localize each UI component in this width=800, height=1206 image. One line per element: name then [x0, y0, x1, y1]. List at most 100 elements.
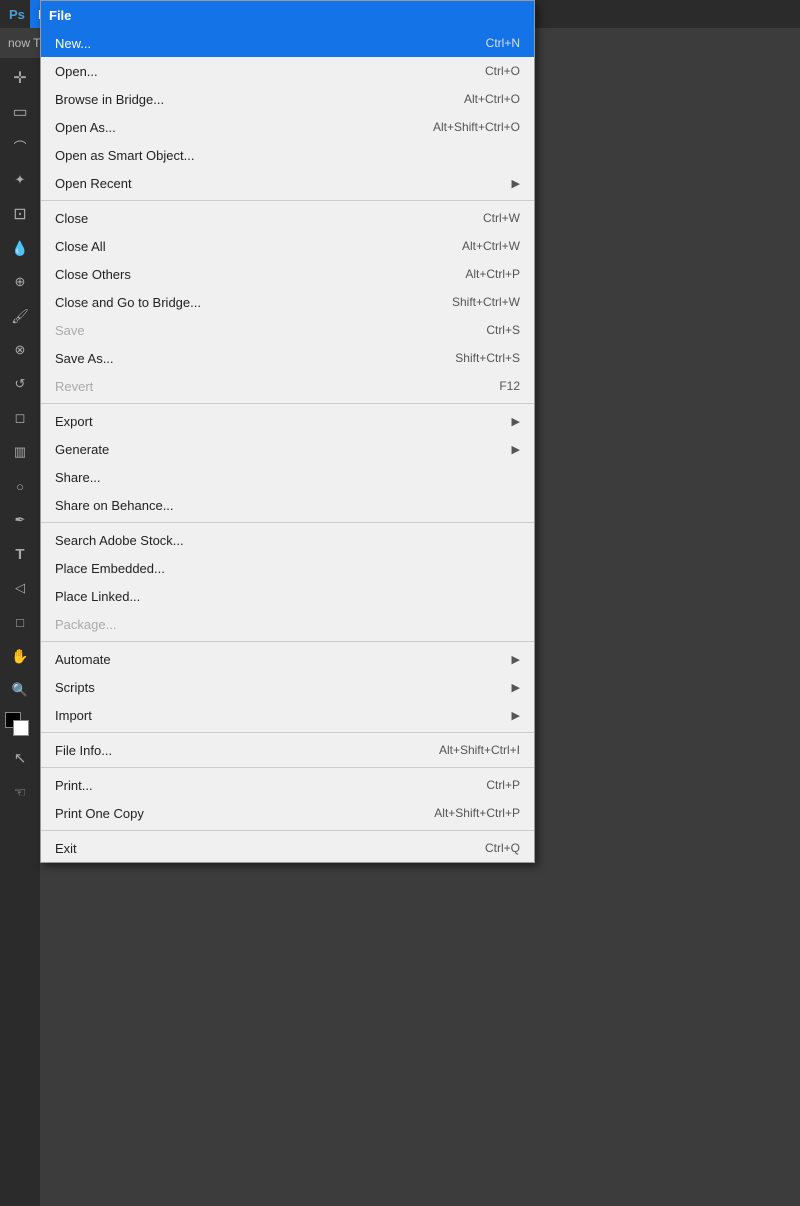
tool-arrow[interactable]: ↖ — [4, 742, 36, 774]
menu-item-file-info-shortcut: Alt+Shift+Ctrl+I — [439, 743, 520, 757]
menu-item-open-recent[interactable]: Open Recent ▶ — [41, 169, 534, 197]
tool-move[interactable]: ✛ — [4, 62, 36, 94]
menu-item-close-shortcut: Ctrl+W — [483, 211, 520, 225]
tool-magic-wand[interactable]: ✦ — [4, 164, 36, 196]
separator-3 — [41, 522, 534, 523]
fg-bg-colors[interactable] — [5, 712, 35, 740]
menu-item-automate-label: Automate — [55, 652, 506, 667]
menu-item-exit[interactable]: Exit Ctrl+Q — [41, 834, 534, 862]
menu-item-package: Package... — [41, 610, 534, 638]
tool-hand2[interactable]: ☜ — [4, 776, 36, 808]
menu-item-close[interactable]: Close Ctrl+W — [41, 204, 534, 232]
tool-pen[interactable]: ✒ — [4, 504, 36, 536]
menu-item-new-shortcut: Ctrl+N — [486, 36, 520, 50]
menu-item-save-shortcut: Ctrl+S — [486, 323, 520, 337]
tool-history[interactable]: ↺ — [4, 368, 36, 400]
menu-item-revert-label: Revert — [55, 379, 459, 394]
import-arrow: ▶ — [512, 709, 520, 722]
menu-item-share[interactable]: Share... — [41, 463, 534, 491]
tool-shape[interactable]: □ — [4, 606, 36, 638]
file-menu-header: File — [41, 1, 534, 29]
menu-item-close-others[interactable]: Close Others Alt+Ctrl+P — [41, 260, 534, 288]
tool-marquee[interactable]: ▭ — [4, 96, 36, 128]
menu-item-print[interactable]: Print... Ctrl+P — [41, 771, 534, 799]
ps-logo: Ps — [4, 5, 30, 24]
tool-eyedropper[interactable]: 💧 — [4, 232, 36, 264]
menu-item-close-others-shortcut: Alt+Ctrl+P — [465, 267, 520, 281]
menu-item-share-behance-label: Share on Behance... — [55, 498, 520, 513]
menu-item-close-bridge-shortcut: Shift+Ctrl+W — [452, 295, 520, 309]
menu-item-automate[interactable]: Automate ▶ — [41, 645, 534, 673]
menu-item-close-all[interactable]: Close All Alt+Ctrl+W — [41, 232, 534, 260]
menu-item-print-one-shortcut: Alt+Shift+Ctrl+P — [434, 806, 520, 820]
menu-item-share-label: Share... — [55, 470, 520, 485]
separator-1 — [41, 200, 534, 201]
menu-item-new-label: New... — [55, 36, 446, 51]
menu-item-generate-label: Generate — [55, 442, 506, 457]
separator-7 — [41, 830, 534, 831]
menu-item-import-label: Import — [55, 708, 506, 723]
menu-item-browse-bridge-shortcut: Alt+Ctrl+O — [464, 92, 520, 106]
menu-item-export-label: Export — [55, 414, 506, 429]
menu-item-close-others-label: Close Others — [55, 267, 425, 282]
tool-path-select[interactable]: ◁ — [4, 572, 36, 604]
menu-item-file-info-label: File Info... — [55, 743, 399, 758]
menu-item-print-one[interactable]: Print One Copy Alt+Shift+Ctrl+P — [41, 799, 534, 827]
menu-item-place-embedded[interactable]: Place Embedded... — [41, 554, 534, 582]
file-dropdown-menu: File New... Ctrl+N Open... Ctrl+O Browse… — [40, 0, 535, 863]
menu-item-open-label: Open... — [55, 64, 445, 79]
generate-arrow: ▶ — [512, 443, 520, 456]
menu-item-print-one-label: Print One Copy — [55, 806, 394, 821]
menu-item-browse-bridge[interactable]: Browse in Bridge... Alt+Ctrl+O — [41, 85, 534, 113]
menu-item-close-all-label: Close All — [55, 239, 422, 254]
tool-zoom[interactable]: 🔍 — [4, 674, 36, 706]
menu-item-close-bridge-label: Close and Go to Bridge... — [55, 295, 412, 310]
tool-clone[interactable]: ⊗ — [4, 334, 36, 366]
menu-item-save-label: Save — [55, 323, 446, 338]
menu-item-save-as-shortcut: Shift+Ctrl+S — [455, 351, 520, 365]
tool-lasso[interactable]: ⌒ — [4, 130, 36, 162]
menu-item-place-linked-label: Place Linked... — [55, 589, 520, 604]
automate-arrow: ▶ — [512, 653, 520, 666]
menu-item-import[interactable]: Import ▶ — [41, 701, 534, 729]
separator-6 — [41, 767, 534, 768]
menu-item-browse-bridge-label: Browse in Bridge... — [55, 92, 424, 107]
menu-item-scripts-label: Scripts — [55, 680, 506, 695]
tool-text[interactable]: T — [4, 538, 36, 570]
tool-crop[interactable]: ⊡ — [4, 198, 36, 230]
tool-hand[interactable]: ✋ — [4, 640, 36, 672]
left-tool-panel: ✛ ▭ ⌒ ✦ ⊡ 💧 ⊕ 🖌 ⊗ ↺ ◻ ▥ ○ ✒ T ◁ □ ✋ 🔍 ↖ … — [0, 58, 40, 1206]
menu-item-place-linked[interactable]: Place Linked... — [41, 582, 534, 610]
scripts-arrow: ▶ — [512, 681, 520, 694]
menu-item-print-shortcut: Ctrl+P — [486, 778, 520, 792]
menu-item-open-as-shortcut: Alt+Shift+Ctrl+O — [433, 120, 520, 134]
menu-item-scripts[interactable]: Scripts ▶ — [41, 673, 534, 701]
menu-item-open-smart[interactable]: Open as Smart Object... — [41, 141, 534, 169]
menu-item-package-label: Package... — [55, 617, 520, 632]
menu-item-open[interactable]: Open... Ctrl+O — [41, 57, 534, 85]
menu-item-save-as-label: Save As... — [55, 351, 415, 366]
open-recent-arrow: ▶ — [512, 177, 520, 190]
menu-item-save-as[interactable]: Save As... Shift+Ctrl+S — [41, 344, 534, 372]
menu-item-file-info[interactable]: File Info... Alt+Shift+Ctrl+I — [41, 736, 534, 764]
menu-item-close-bridge[interactable]: Close and Go to Bridge... Shift+Ctrl+W — [41, 288, 534, 316]
menu-item-open-smart-label: Open as Smart Object... — [55, 148, 480, 163]
menu-item-new[interactable]: New... Ctrl+N — [41, 29, 534, 57]
menu-item-print-label: Print... — [55, 778, 446, 793]
menu-item-exit-label: Exit — [55, 841, 445, 856]
tool-dodge[interactable]: ○ — [4, 470, 36, 502]
menu-item-open-as[interactable]: Open As... Alt+Shift+Ctrl+O — [41, 113, 534, 141]
menu-item-share-behance[interactable]: Share on Behance... — [41, 491, 534, 519]
separator-5 — [41, 732, 534, 733]
tool-heal[interactable]: ⊕ — [4, 266, 36, 298]
menu-item-open-recent-label: Open Recent — [55, 176, 506, 191]
tool-brush[interactable]: 🖌 — [4, 300, 36, 332]
menu-item-generate[interactable]: Generate ▶ — [41, 435, 534, 463]
menu-item-search-stock[interactable]: Search Adobe Stock... — [41, 526, 534, 554]
menu-item-close-all-shortcut: Alt+Ctrl+W — [462, 239, 520, 253]
export-arrow: ▶ — [512, 415, 520, 428]
tool-eraser[interactable]: ◻ — [4, 402, 36, 434]
separator-4 — [41, 641, 534, 642]
menu-item-export[interactable]: Export ▶ — [41, 407, 534, 435]
tool-gradient[interactable]: ▥ — [4, 436, 36, 468]
